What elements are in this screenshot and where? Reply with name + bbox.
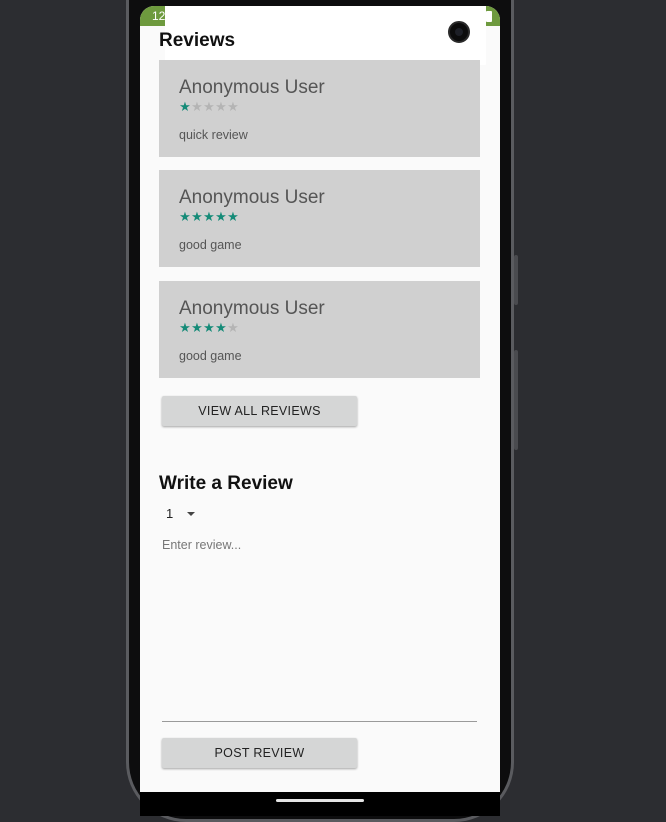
post-review-button[interactable]: POST REVIEW [162,738,357,768]
star-icon: ★ [191,209,203,224]
star-icon: ★ [203,209,215,224]
star-icon: ★ [203,99,215,114]
review-card: Anonymous User ★★★★★ quick review [159,60,480,157]
battery-icon [486,10,492,22]
star-icon: ★ [227,320,239,335]
review-card: Anonymous User ★★★★★ good game [159,170,480,267]
review-user: Anonymous User [179,298,325,319]
write-review-heading: Write a Review [159,473,293,494]
volume-button [514,350,518,450]
star-icon: ★ [203,320,215,335]
star-icon: ★ [215,99,227,114]
dropdown-arrow-icon [187,511,196,516]
star-icon: ★ [179,99,191,114]
view-all-reviews-button[interactable]: VIEW ALL REVIEWS [162,396,357,426]
home-gesture-handle[interactable] [276,799,364,802]
front-camera [448,21,470,43]
navigation-bar [140,792,500,816]
rating-spinner[interactable]: 1 [166,506,196,521]
rating-stars: ★★★★★ [179,99,239,115]
app-screen: 12:31 A Reviews Anonymous User ★★★★★ qui… [140,6,500,792]
star-icon: ★ [227,99,239,114]
star-icon: ★ [215,320,227,335]
star-icon: ★ [191,320,203,335]
review-user: Anonymous User [179,77,325,98]
star-icon: ★ [191,99,203,114]
star-icon: ★ [179,320,191,335]
status-bar: 12:31 A [140,6,500,65]
rating-stars: ★★★★★ [179,209,239,225]
rating-stars: ★★★★★ [179,320,239,336]
review-user: Anonymous User [179,187,325,208]
star-icon: ★ [227,209,239,224]
reviews-heading: Reviews [159,30,236,51]
review-input[interactable] [162,536,477,722]
rating-spinner-value: 1 [166,506,174,521]
star-icon: ★ [215,209,227,224]
review-text: good game [179,238,242,252]
review-card: Anonymous User ★★★★★ good game [159,281,480,378]
power-button [514,255,518,305]
star-icon: ★ [179,209,191,224]
review-text: good game [179,349,242,363]
review-text: quick review [179,128,248,142]
